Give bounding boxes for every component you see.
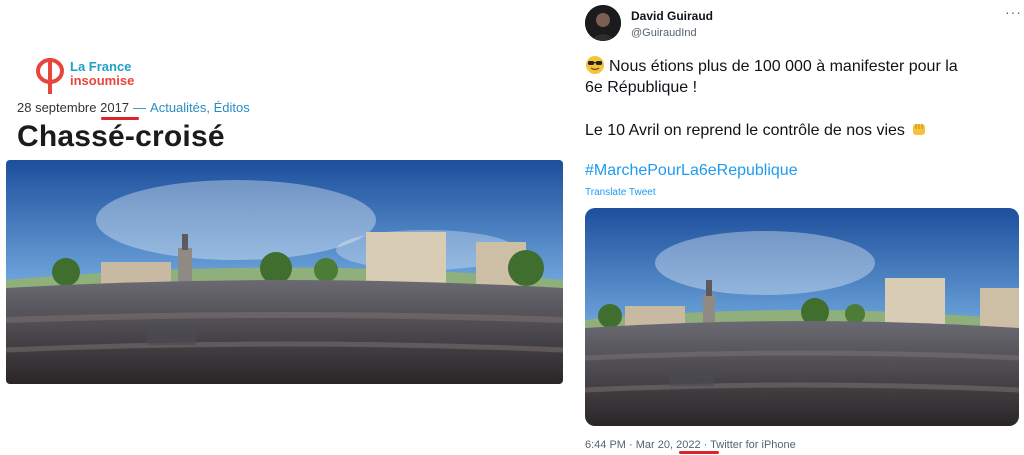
more-options-icon[interactable]: ··· xyxy=(1005,4,1022,20)
tweet-time[interactable]: 6:44 PM · Mar 20, xyxy=(585,439,676,451)
article-title: Chassé-croisé xyxy=(17,120,225,153)
logo-line2: insoumise xyxy=(70,73,135,88)
article-meta: 28 septembre 2017— Actualités, Éditos xyxy=(17,100,250,115)
tweet-text-line2: 6e République ! xyxy=(585,79,698,96)
article-photo[interactable] xyxy=(6,160,563,384)
logo-line1: La France xyxy=(70,59,132,74)
meta-separator: — xyxy=(133,100,147,115)
tweet-author-name[interactable]: David Guiraud xyxy=(631,9,713,23)
user-avatar-icon xyxy=(585,5,621,41)
tweet-source[interactable]: · Twitter for iPhone xyxy=(701,439,796,451)
article-date: 28 septembre xyxy=(17,100,101,115)
tweet-year[interactable]: 2022 xyxy=(676,439,700,451)
tweet-text-line1: Nous étions plus de 100 000 à manifester… xyxy=(585,55,1015,78)
sunglasses-face-icon xyxy=(585,55,605,75)
tweet-author-handle[interactable]: @GuiraudInd xyxy=(631,27,697,39)
translate-tweet-link[interactable]: Translate Tweet xyxy=(585,187,656,198)
article-year: 2017 xyxy=(100,100,130,115)
article-categories-link[interactable]: Actualités, Éditos xyxy=(150,100,250,115)
panorama-crowd-icon xyxy=(585,208,1019,426)
raised-fist-icon xyxy=(909,119,929,139)
phi-logo-icon xyxy=(36,58,64,94)
year-highlight-underline xyxy=(679,451,719,454)
avatar[interactable] xyxy=(585,5,621,41)
article-panel: La France insoumise 28 septembre 2017— Ac… xyxy=(0,0,575,455)
panorama-crowd-icon xyxy=(6,160,563,384)
tweet-timestamp: 6:44 PM · Mar 20, 2022 · Twitter for iPh… xyxy=(585,439,796,451)
tweet-panel: David Guiraud @GuiraudInd ··· Nous étion… xyxy=(575,0,1024,455)
lfi-logo[interactable]: La France insoumise xyxy=(34,56,154,96)
hashtag-link[interactable]: #MarchePourLa6eRepublique xyxy=(585,162,798,180)
tweet-text-line3: Le 10 Avril on reprend le contrôle de no… xyxy=(585,119,1015,142)
tweet-photo[interactable] xyxy=(585,208,1019,426)
